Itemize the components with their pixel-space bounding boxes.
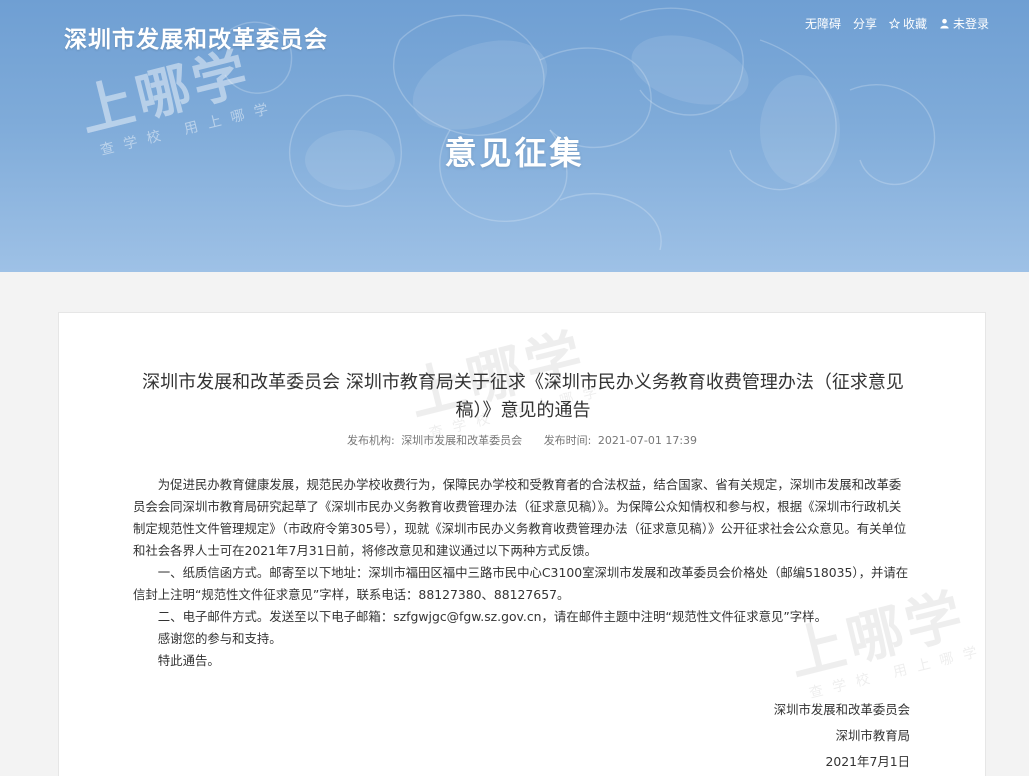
accessibility-link[interactable]: 无障碍 [805, 15, 841, 32]
page-banner: 深圳市发展和改革委员会 无障碍 分享 收藏 未登录 上哪学 查学校 用上哪学 意… [0, 0, 1029, 272]
article-body: 为促进民办教育健康发展，规范民办学校收费行为，保障民办学校和受教育者的合法权益，… [133, 474, 913, 672]
signature-org-1: 深圳市发展和改革委员会 [773, 702, 910, 717]
publish-time-value: 2021-07-01 17:39 [597, 434, 698, 447]
site-title[interactable]: 深圳市发展和改革委员会 [64, 20, 328, 54]
banner-heading: 意见征集 [444, 134, 585, 172]
signature-org-2: 深圳市教育局 [835, 728, 910, 743]
paragraph-mail-method: 一、纸质信函方式。邮寄至以下地址：深圳市福田区福中三路市民中心C3100室深圳市… [133, 565, 909, 602]
publisher-value: 深圳市发展和改革委员会 [401, 434, 523, 447]
login-label: 未登录 [952, 17, 989, 31]
article-card: 上哪学 查学校 用上哪学 上哪学 查学校 用上哪学 深圳市发展和改革委员会 深圳… [58, 312, 988, 776]
publish-time-label: 发布时间: [543, 434, 592, 447]
user-icon [940, 18, 949, 29]
publish-time-info: 发布时间: 2021-07-01 17:39 [544, 434, 697, 447]
favorite-label: 收藏 [902, 17, 927, 31]
article-meta: 发布机构: 深圳市发展和改革委员会 发布时间: 2021-07-01 17:39 [59, 432, 985, 448]
star-icon [888, 18, 900, 29]
publisher-info: 发布机构: 深圳市发展和改革委员会 [347, 434, 526, 447]
paragraph-closing: 特此通告。 [157, 653, 220, 668]
article-title: 深圳市发展和改革委员会 深圳市教育局关于征求《深圳市民办义务教育收费管理办法（征… [142, 372, 904, 421]
login-link[interactable]: 未登录 [939, 15, 989, 32]
favorite-link[interactable]: 收藏 [888, 15, 927, 32]
top-links: 无障碍 分享 收藏 未登录 [805, 15, 989, 32]
share-link[interactable]: 分享 [853, 15, 877, 32]
signature-date: 2021年7月1日 [825, 754, 910, 769]
signature-block: 深圳市发展和改革委员会 深圳市教育局 2021年7月1日 [774, 697, 910, 775]
paragraph-intro: 为促进民办教育健康发展，规范民办学校收费行为，保障民办学校和受教育者的合法权益，… [133, 477, 907, 558]
paragraph-thanks: 感谢您的参与和支持。 [157, 631, 282, 646]
publisher-label: 发布机构: [346, 434, 395, 447]
paragraph-email-method: 二、电子邮件方式。发送至以下电子邮箱：szfgwjgc@fgw.sz.gov.c… [157, 609, 827, 624]
